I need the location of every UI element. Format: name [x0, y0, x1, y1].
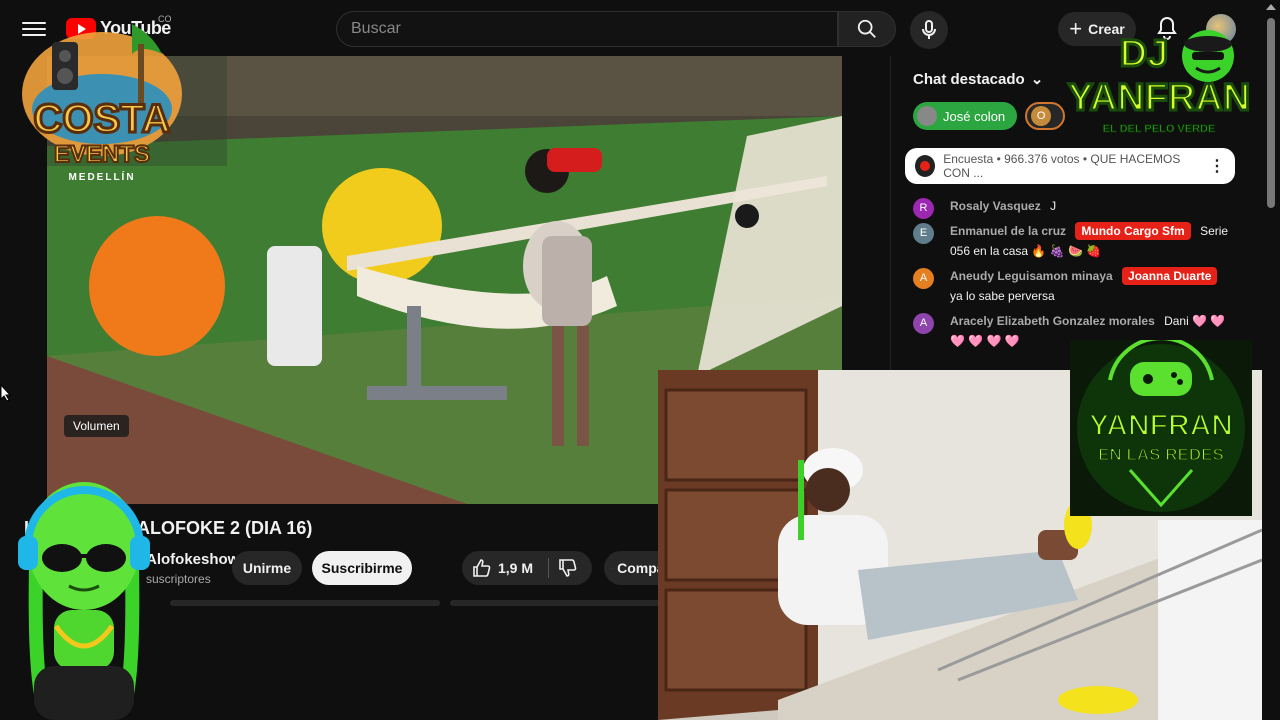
dj-logo-line2: YANFRAN	[1068, 77, 1250, 119]
chat-text: ya lo sabe perversa	[950, 289, 1055, 303]
donor-chip[interactable]: O	[1025, 102, 1066, 130]
poll-text: Encuesta • 966.376 votos • QUE HACEMOS C…	[943, 152, 1181, 180]
donor-name: José colon	[943, 108, 1006, 124]
channel-name[interactable]: Alofokeshow	[146, 551, 239, 568]
join-button[interactable]: Unirme	[232, 551, 302, 585]
subscribe-button[interactable]: Suscribirme	[312, 551, 412, 585]
costa-logo-line3: MEDELLÍN	[68, 170, 135, 183]
donor-chips: José colon O	[913, 102, 1066, 130]
chat-avatar: R	[913, 198, 934, 219]
redes-logo-line1: YANFRAN	[1089, 409, 1233, 442]
scroll-up-icon[interactable]	[1266, 4, 1276, 10]
subscriber-count: suscriptores	[146, 572, 211, 586]
chat-author[interactable]: Rosaly Vasquez	[950, 199, 1041, 213]
chat-message: E Enmanuel de la cruz Mundo Cargo Sfm Se…	[913, 221, 1233, 261]
poll-banner[interactable]: Encuesta • 966.376 votos • QUE HACEMOS C…	[905, 148, 1235, 184]
search-button[interactable]	[838, 11, 896, 47]
chat-avatar: A	[913, 268, 934, 289]
chat-text: J	[1050, 199, 1057, 213]
like-icon[interactable]	[472, 558, 492, 578]
costa-events-logo: COSTA EVENTS MEDELLÍN	[22, 24, 182, 183]
like-divider	[548, 558, 549, 578]
dj-logo-line1: DJ	[1120, 33, 1169, 75]
chat-mode-label: Chat destacado	[913, 70, 1025, 88]
related-chip	[450, 600, 670, 606]
search-input[interactable]	[351, 20, 823, 38]
search-box[interactable]	[336, 11, 838, 47]
chat-avatar: A	[913, 313, 934, 334]
dj-logo-line3: EL DEL PELO VERDE	[1103, 123, 1216, 135]
dj-yanfran-logo: DJ YANFRAN EL DEL PELO VERDE	[1066, 30, 1252, 136]
chat-author[interactable]: Aracely Elizabeth Gonzalez morales	[950, 314, 1155, 328]
donor-avatar: O	[1031, 106, 1052, 126]
costa-logo-line2: EVENTS	[54, 141, 150, 168]
like-dislike-bar: 1,9 M	[462, 551, 592, 585]
chat-avatar: E	[913, 223, 934, 244]
redes-logo-line2: EN LAS REDES	[1098, 445, 1224, 464]
more-options-icon[interactable]: ⋮	[1209, 156, 1225, 176]
voice-search-button[interactable]	[910, 11, 948, 49]
alien-dj-mascot	[18, 482, 150, 720]
search-icon	[857, 19, 876, 38]
chat-message: A Aneudy Leguisamon minaya Joanna Duarte…	[913, 266, 1233, 306]
volume-tooltip: Volumen	[64, 415, 129, 437]
like-count[interactable]: 1,9 M	[498, 560, 533, 576]
mention-badge: Joanna Duarte	[1122, 267, 1218, 285]
chat-message-list: R Rosaly Vasquez J E Enmanuel de la cruz…	[913, 196, 1233, 356]
costa-logo-line1: COSTA	[33, 97, 170, 141]
mention-badge: Mundo Cargo Sfm	[1075, 222, 1191, 240]
share-icon	[612, 567, 614, 569]
page-scrollbar[interactable]	[1262, 0, 1280, 720]
chat-author[interactable]: Enmanuel de la cruz	[950, 224, 1066, 238]
microphone-icon	[922, 20, 936, 39]
donor-chip[interactable]: José colon	[913, 102, 1018, 130]
chat-author[interactable]: Aneudy Leguisamon minaya	[950, 269, 1113, 283]
scrollbar-thumb[interactable]	[1267, 18, 1275, 208]
chevron-down-icon: ⌄	[1030, 71, 1044, 88]
screen: YouTube CO + Crear	[0, 0, 1280, 720]
donor-avatar	[917, 106, 937, 126]
poll-avatar	[915, 155, 936, 177]
chat-mode-dropdown[interactable]: Chat destacado ⌄	[913, 70, 1044, 89]
chat-message: R Rosaly Vasquez J	[913, 196, 1233, 219]
dislike-icon[interactable]	[558, 558, 578, 578]
mouse-cursor-icon	[0, 384, 12, 402]
description-chip	[170, 600, 440, 606]
yanfran-en-las-redes-logo: YANFRAN EN LAS REDES	[1070, 340, 1252, 516]
